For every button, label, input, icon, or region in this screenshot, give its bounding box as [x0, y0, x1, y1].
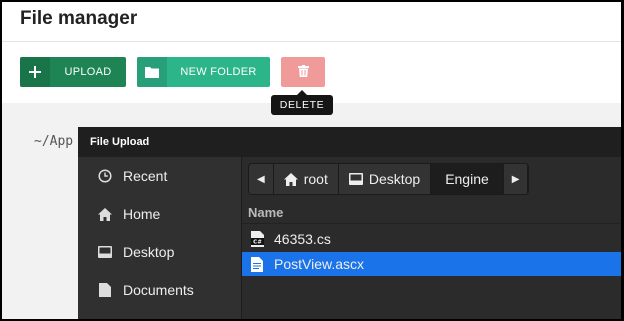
chevron-left-icon: ◀ — [257, 173, 265, 185]
document-icon — [97, 282, 113, 298]
csharp-file-icon: C# — [250, 231, 264, 247]
breadcrumb-root[interactable]: root — [273, 164, 339, 194]
upload-button[interactable]: UPLOAD — [20, 57, 126, 87]
plus-icon — [20, 57, 50, 87]
folder-icon — [137, 57, 167, 87]
sidebar-item-recent[interactable]: Recent — [78, 157, 241, 195]
places-sidebar: Recent Home Desktop Documents — [78, 157, 242, 319]
file-manager-window: File manager UPLOAD NEW FOLDER DELETE ~/… — [2, 2, 621, 319]
breadcrumb-engine[interactable]: Engine — [431, 164, 504, 194]
new-folder-label: NEW FOLDER — [180, 66, 257, 78]
home-icon — [283, 172, 298, 186]
breadcrumb-forward-button[interactable]: ▶ — [503, 164, 529, 194]
breadcrumb-desktop[interactable]: Desktop — [338, 164, 432, 194]
desktop-icon — [348, 173, 363, 185]
sidebar-item-desktop[interactable]: Desktop — [78, 233, 241, 271]
current-path: ~/App — [34, 134, 74, 149]
file-name: PostView.ascx — [274, 256, 365, 272]
column-header-name[interactable]: Name — [248, 205, 283, 220]
sidebar-item-label: Documents — [123, 282, 194, 298]
chevron-right-icon: ▶ — [511, 173, 520, 185]
page-title: File manager — [20, 8, 138, 29]
sidebar-item-label: Home — [123, 206, 161, 222]
breadcrumb-back-button[interactable]: ◀ — [249, 164, 274, 194]
sidebar-item-label: Desktop — [123, 244, 175, 260]
home-icon — [97, 206, 113, 222]
svg-text:C#: C# — [253, 240, 262, 246]
breadcrumb-label: Desktop — [368, 171, 421, 187]
breadcrumb-label: Engine — [445, 171, 489, 187]
desktop-icon — [97, 244, 113, 260]
file-row-selected[interactable]: PostView.ascx — [242, 252, 621, 276]
new-folder-button[interactable]: NEW FOLDER — [137, 57, 270, 87]
file-browser: ◀ root Desktop Engine ▶ Name C# 46353.cs… — [242, 157, 621, 319]
delete-button[interactable] — [281, 57, 325, 87]
upload-label: UPLOAD — [64, 66, 112, 78]
trash-icon — [297, 64, 309, 80]
breadcrumb-label: root — [303, 171, 328, 187]
delete-tooltip: DELETE — [271, 90, 333, 115]
file-upload-dialog: File Upload Recent Home Desktop Document… — [78, 127, 621, 319]
sidebar-item-label: Recent — [123, 168, 168, 184]
breadcrumb: ◀ root Desktop Engine ▶ — [248, 163, 530, 195]
file-name: 46353.cs — [274, 231, 331, 247]
sidebar-item-documents[interactable]: Documents — [78, 271, 241, 309]
text-file-icon — [250, 256, 264, 272]
dialog-title: File Upload — [78, 127, 621, 157]
clock-icon — [97, 168, 113, 184]
sidebar-item-home[interactable]: Home — [78, 195, 241, 233]
file-row[interactable]: C# 46353.cs — [242, 227, 621, 251]
header-divider — [242, 223, 621, 224]
